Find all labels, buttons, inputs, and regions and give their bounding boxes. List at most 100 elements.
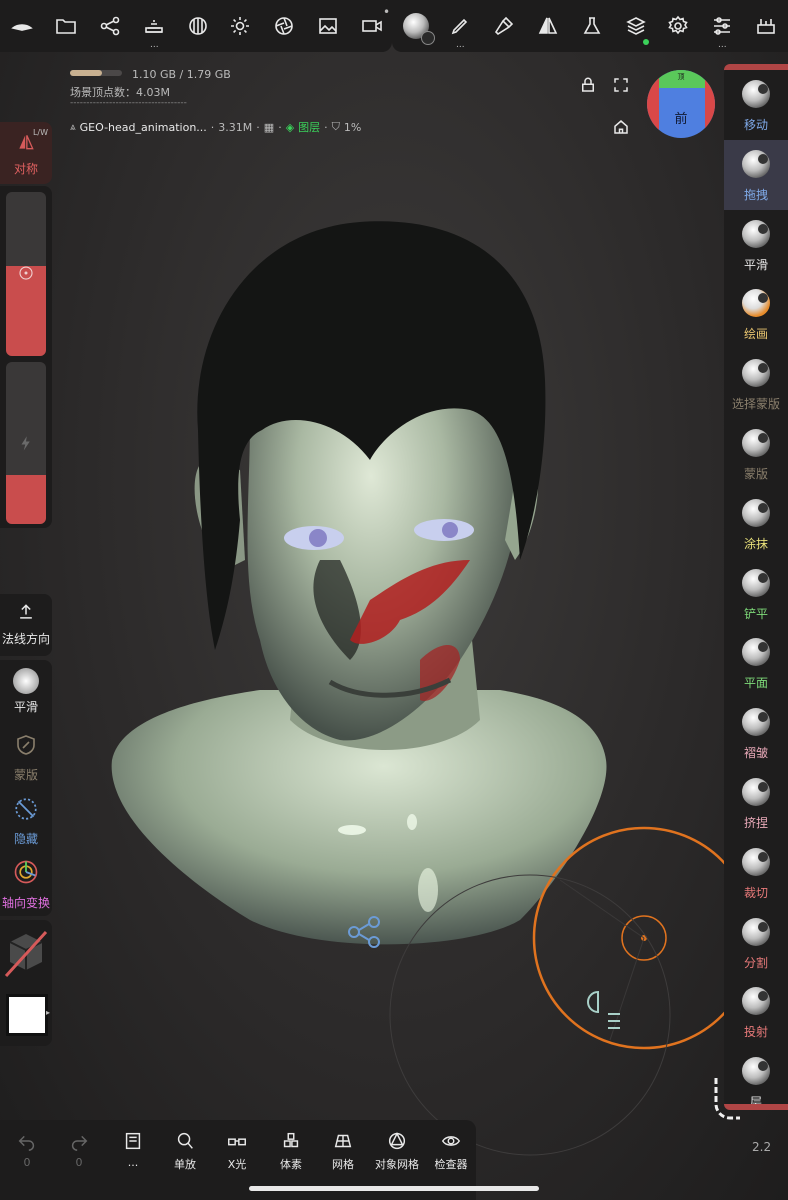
flask-icon[interactable] <box>576 10 608 42</box>
fullscreen-icon[interactable] <box>612 76 630 94</box>
tool-ball-icon <box>742 149 770 178</box>
tool-ball-icon <box>742 219 770 248</box>
top-toolbar-right: ... ... <box>392 0 788 52</box>
tool-label: 选择蒙版 <box>731 397 780 412</box>
tool-label: 褶皱 <box>743 746 768 761</box>
bottom-label: 0 <box>75 1156 83 1169</box>
layers-icon[interactable] <box>620 10 652 42</box>
hide-grid-icon <box>15 798 37 820</box>
brush-ball-icon[interactable] <box>400 10 435 45</box>
left-tool-shortcuts: 平滑 蒙版 隐藏 轴向变换 <box>0 660 52 916</box>
radius-slider[interactable] <box>6 192 46 356</box>
tool-label: 平面 <box>743 676 768 691</box>
tool-ball-icon <box>742 289 770 318</box>
tool-7[interactable]: 涂抹 <box>724 489 788 559</box>
checker-icon: ▦ <box>263 120 275 134</box>
settings-icon[interactable] <box>662 10 694 42</box>
bottom-book-button[interactable]: ... <box>108 1128 158 1169</box>
lock-icon[interactable] <box>579 76 597 94</box>
bottom-glasses-button[interactable]: X光 <box>212 1128 262 1172</box>
home-icon[interactable] <box>612 118 630 136</box>
material-icon[interactable] <box>4 928 48 978</box>
bottom-label: 对象网格 <box>375 1158 419 1171</box>
book-icon <box>125 1132 141 1150</box>
share-nodes-icon[interactable] <box>94 10 126 42</box>
brush-sliders-panel <box>0 186 52 528</box>
normal-direction-button[interactable]: 法线方向 <box>0 594 52 656</box>
layers-label: 图层 <box>298 121 321 134</box>
bottom-redo-button[interactable]: 0 <box>54 1128 104 1169</box>
more-indicator: ... <box>456 40 465 50</box>
redo-icon <box>71 1135 88 1151</box>
image-icon[interactable] <box>312 10 344 42</box>
eye-icon <box>441 1136 461 1146</box>
tool-9[interactable]: 平面 <box>724 628 788 698</box>
object-name: GEO-head_animation... <box>79 120 207 134</box>
folder-icon[interactable] <box>50 10 82 42</box>
tool-10[interactable]: 褶皱 <box>724 698 788 768</box>
tool-label: 挤捏 <box>743 816 768 830</box>
intensity-slider[interactable] <box>6 362 46 524</box>
tool-4[interactable]: 绘画 <box>724 279 788 349</box>
pen-icon[interactable] <box>444 10 476 42</box>
tool-5[interactable]: 选择蒙版 <box>724 349 788 419</box>
tool-14[interactable]: 投射 <box>724 977 788 1047</box>
lasso-corner-icon[interactable] <box>712 1076 742 1122</box>
home-indicator[interactable] <box>249 1186 539 1191</box>
tool-ball-icon <box>742 638 770 667</box>
sun-icon[interactable] <box>224 10 256 42</box>
tool-12[interactable]: 裁切 <box>724 838 788 908</box>
smooth-shortcut[interactable]: 平滑 <box>0 668 52 715</box>
gizmo-shortcut[interactable]: 轴向变换 <box>0 858 52 911</box>
tool-label: 分割 <box>743 955 768 970</box>
tool-11[interactable]: 挤捏 <box>724 768 788 838</box>
undo-icon <box>18 1135 35 1151</box>
voxel-icon <box>283 1132 299 1148</box>
tool-8[interactable]: 铲平 <box>724 559 788 629</box>
bottom-eye-button[interactable]: 检查器 <box>426 1128 476 1172</box>
tool-ball-icon <box>742 80 770 108</box>
tool-6[interactable]: 蒙版 <box>724 419 788 489</box>
tool-2[interactable]: 拖拽 <box>724 139 788 210</box>
chevron-right-icon[interactable]: ▸ <box>46 1008 50 1017</box>
sculpt-viewport[interactable] <box>0 0 788 1200</box>
memory-bar <box>70 70 122 76</box>
tool-ball-icon <box>742 429 770 457</box>
bottom-label: 体素 <box>280 1158 302 1171</box>
bottom-search-button[interactable]: 单放 <box>160 1128 210 1172</box>
hat-icon[interactable] <box>6 10 38 42</box>
symmetry-icon[interactable] <box>532 10 564 42</box>
tool-13[interactable]: 分割 <box>724 908 788 978</box>
light-gizmo[interactable] <box>0 0 788 1200</box>
tool-ball-icon <box>742 498 770 527</box>
sphere-grid-icon[interactable] <box>182 10 214 42</box>
tool-label: 蒙版 <box>743 467 768 481</box>
bottom-voxel-button[interactable]: 体素 <box>266 1128 316 1172</box>
bottom-undo-button[interactable]: 0 <box>2 1128 52 1169</box>
mask-shortcut[interactable]: 蒙版 <box>0 732 52 783</box>
tool-1[interactable]: 移动 <box>724 70 788 140</box>
tool-ball-icon <box>742 917 770 946</box>
view-cube-front-label: 前 <box>674 112 688 127</box>
symmetry-toggle[interactable]: L/W 对称 <box>0 122 52 184</box>
view-cube[interactable]: 顶 前 <box>647 70 715 138</box>
hammer-icon[interactable] <box>488 10 520 42</box>
material-color-panel: ▸ <box>0 920 52 1046</box>
tool-3[interactable]: 平滑 <box>724 210 788 280</box>
version-label: 2.2 <box>752 1140 772 1154</box>
hide-shortcut[interactable]: 隐藏 <box>0 796 52 847</box>
bottom-label: ... <box>127 1156 139 1169</box>
bottom-label: 0 <box>23 1156 31 1169</box>
lightning-icon <box>21 436 30 451</box>
tool-box-icon[interactable] <box>750 10 782 42</box>
object-info-row[interactable]: ⩓ GEO-head_animation... · 3.31M · ▦ · ◈ … <box>70 119 361 135</box>
aperture-icon[interactable] <box>268 10 300 42</box>
bottom-wire-sphere-button[interactable]: 对象网格 <box>372 1128 422 1172</box>
radius-icon <box>19 266 33 280</box>
bottom-label: 网格 <box>332 1158 354 1171</box>
sliders-icon[interactable] <box>706 10 738 42</box>
tool-label: 拖拽 <box>743 187 768 202</box>
pyramid-icon[interactable] <box>138 10 170 42</box>
color-swatch[interactable] <box>6 994 48 1036</box>
bottom-grid-button[interactable]: 网格 <box>318 1128 368 1172</box>
